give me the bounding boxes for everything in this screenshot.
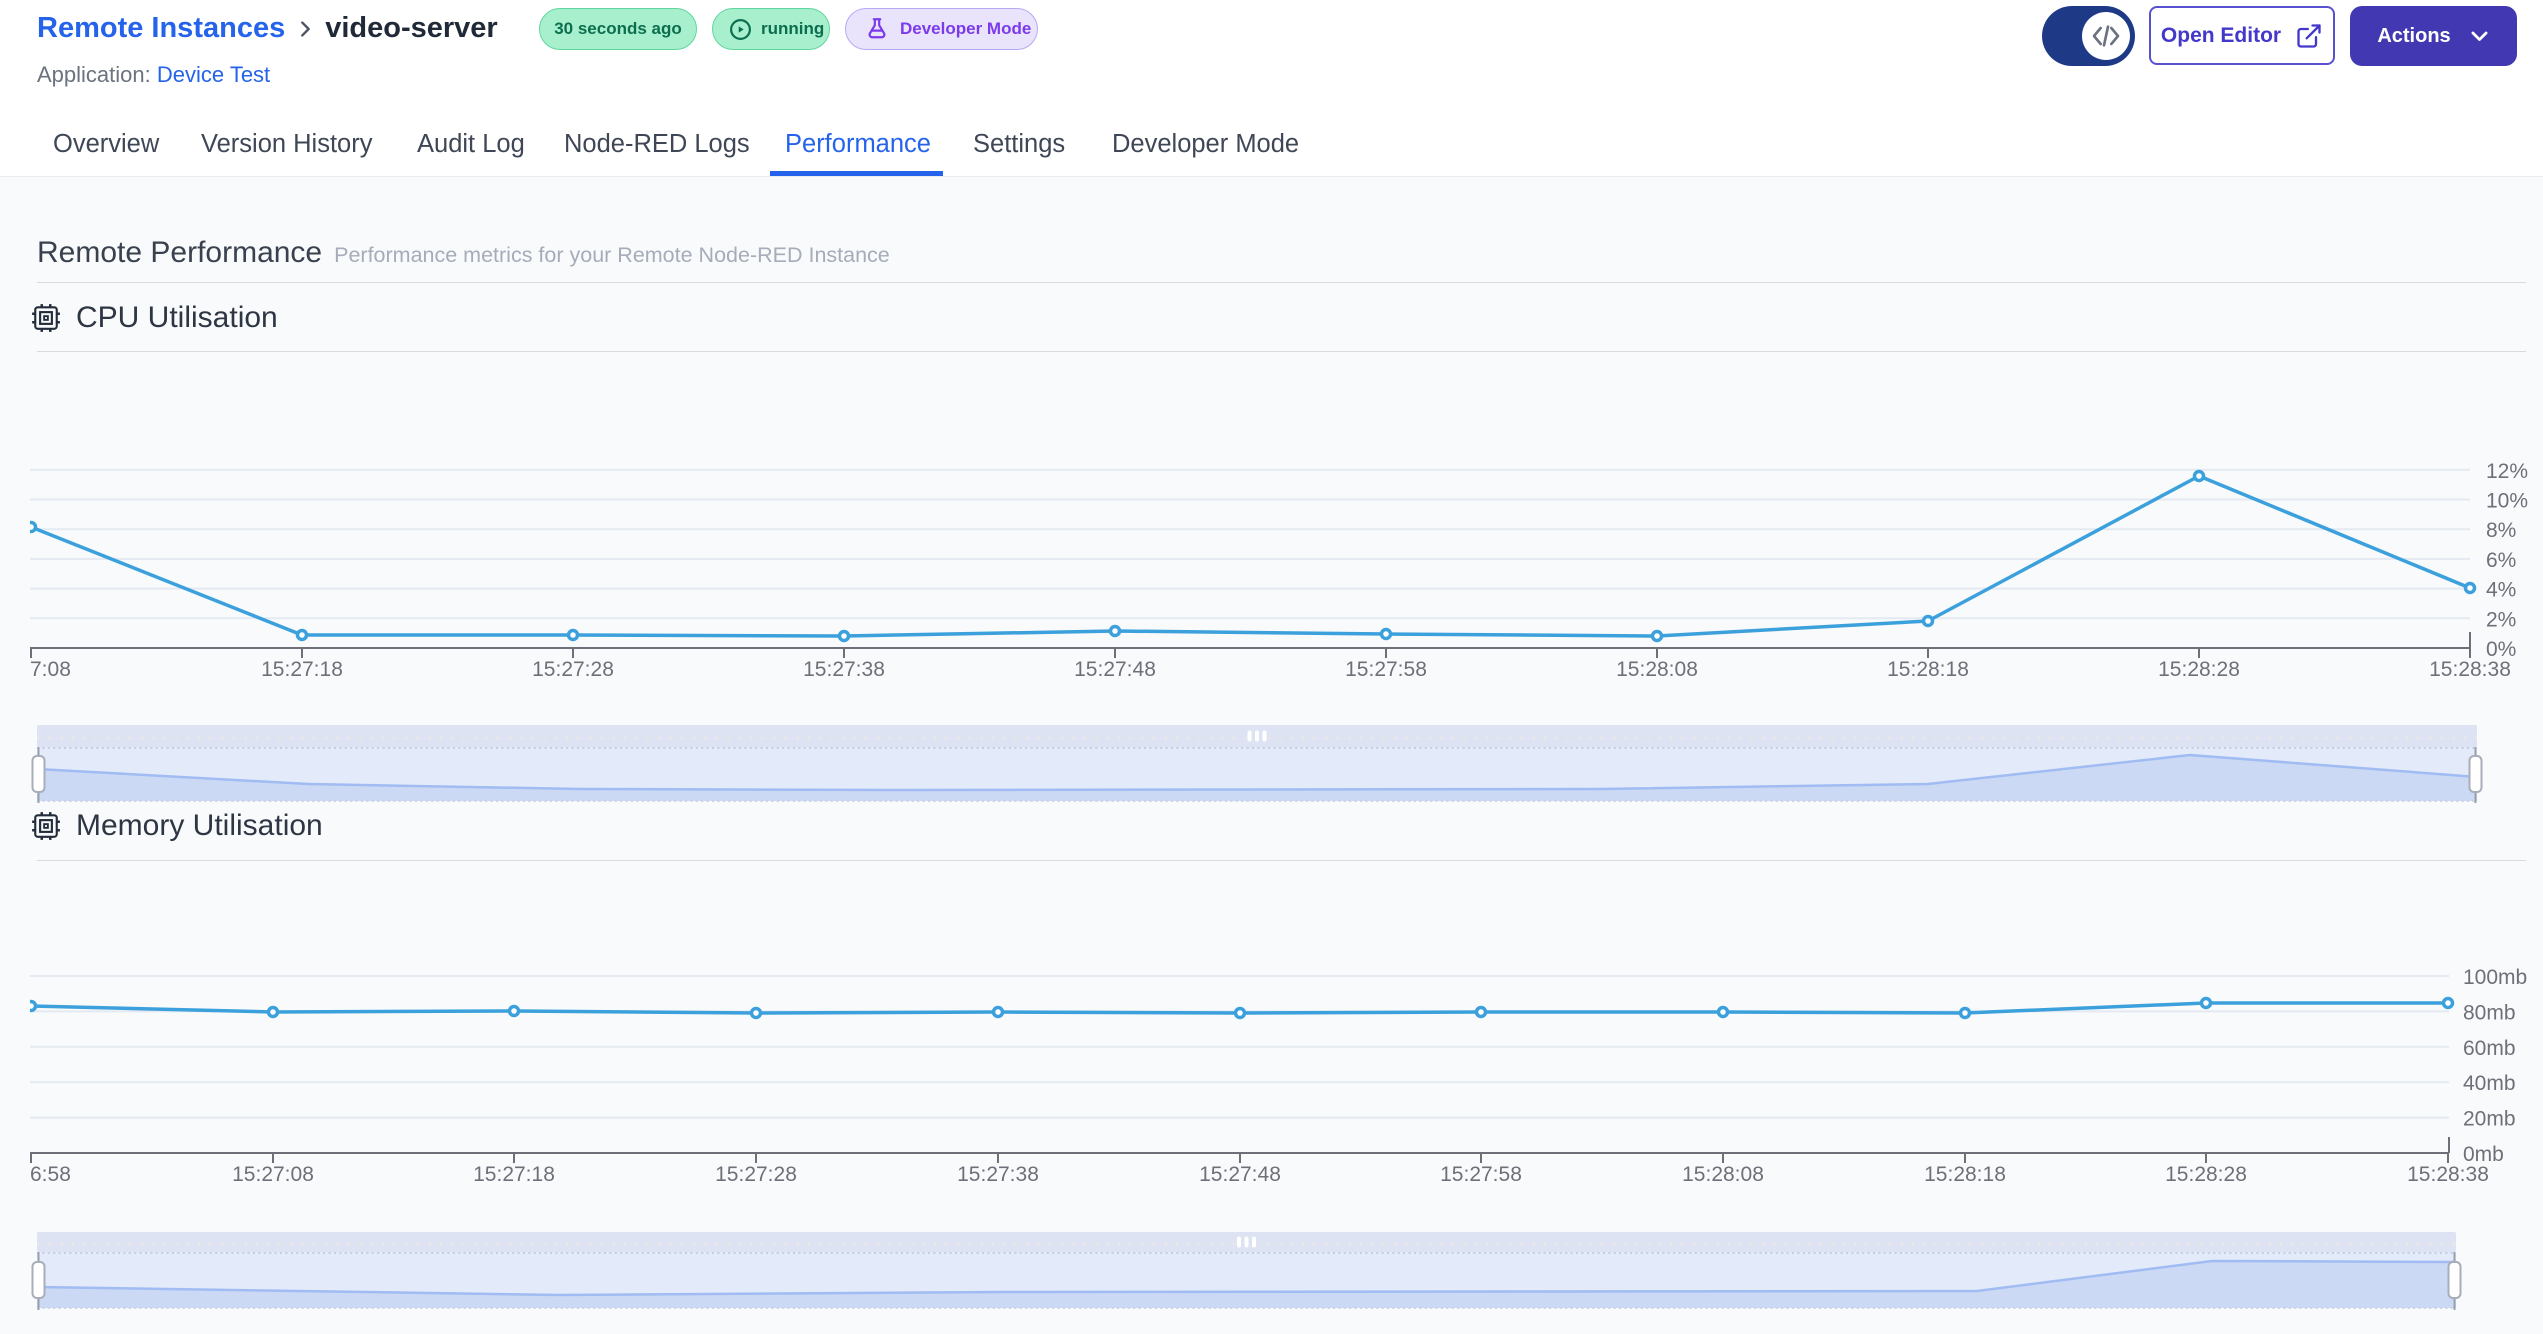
svg-text:15:27:28: 15:27:28 — [532, 658, 614, 681]
svg-text:0mb: 0mb — [2463, 1143, 2504, 1166]
svg-text:15:27:38: 15:27:38 — [803, 658, 885, 681]
svg-text:15:27:58: 15:27:58 — [1440, 1163, 1522, 1186]
svg-text:4%: 4% — [2486, 579, 2516, 602]
svg-text:7:08: 7:08 — [30, 658, 71, 681]
svg-text:8%: 8% — [2486, 519, 2516, 542]
svg-text:2%: 2% — [2486, 608, 2516, 631]
svg-text:6%: 6% — [2486, 549, 2516, 572]
svg-text:15:27:48: 15:27:48 — [1199, 1163, 1281, 1186]
svg-text:80mb: 80mb — [2463, 1001, 2516, 1024]
svg-text:12%: 12% — [2486, 460, 2528, 483]
svg-text:15:27:18: 15:27:18 — [261, 658, 343, 681]
svg-text:15:27:58: 15:27:58 — [1345, 658, 1427, 681]
svg-text:20mb: 20mb — [2463, 1108, 2516, 1131]
svg-text:15:28:08: 15:28:08 — [1682, 1163, 1764, 1186]
svg-text:15:27:38: 15:27:38 — [957, 1163, 1039, 1186]
svg-text:6:58: 6:58 — [30, 1163, 71, 1186]
svg-text:0%: 0% — [2486, 638, 2516, 661]
svg-text:15:28:08: 15:28:08 — [1616, 658, 1698, 681]
svg-text:100mb: 100mb — [2463, 966, 2527, 989]
svg-text:15:28:18: 15:28:18 — [1924, 1163, 2006, 1186]
svg-text:15:27:18: 15:27:18 — [473, 1163, 555, 1186]
svg-text:15:27:28: 15:27:28 — [715, 1163, 797, 1186]
svg-text:15:28:38: 15:28:38 — [2407, 1163, 2489, 1186]
svg-text:40mb: 40mb — [2463, 1072, 2516, 1095]
svg-text:15:27:48: 15:27:48 — [1074, 658, 1156, 681]
svg-text:10%: 10% — [2486, 490, 2528, 513]
svg-text:60mb: 60mb — [2463, 1037, 2516, 1060]
svg-text:15:27:08: 15:27:08 — [232, 1163, 314, 1186]
svg-text:15:28:18: 15:28:18 — [1887, 658, 1969, 681]
svg-text:15:28:38: 15:28:38 — [2429, 658, 2511, 681]
svg-text:15:28:28: 15:28:28 — [2165, 1163, 2247, 1186]
svg-text:15:28:28: 15:28:28 — [2158, 658, 2240, 681]
